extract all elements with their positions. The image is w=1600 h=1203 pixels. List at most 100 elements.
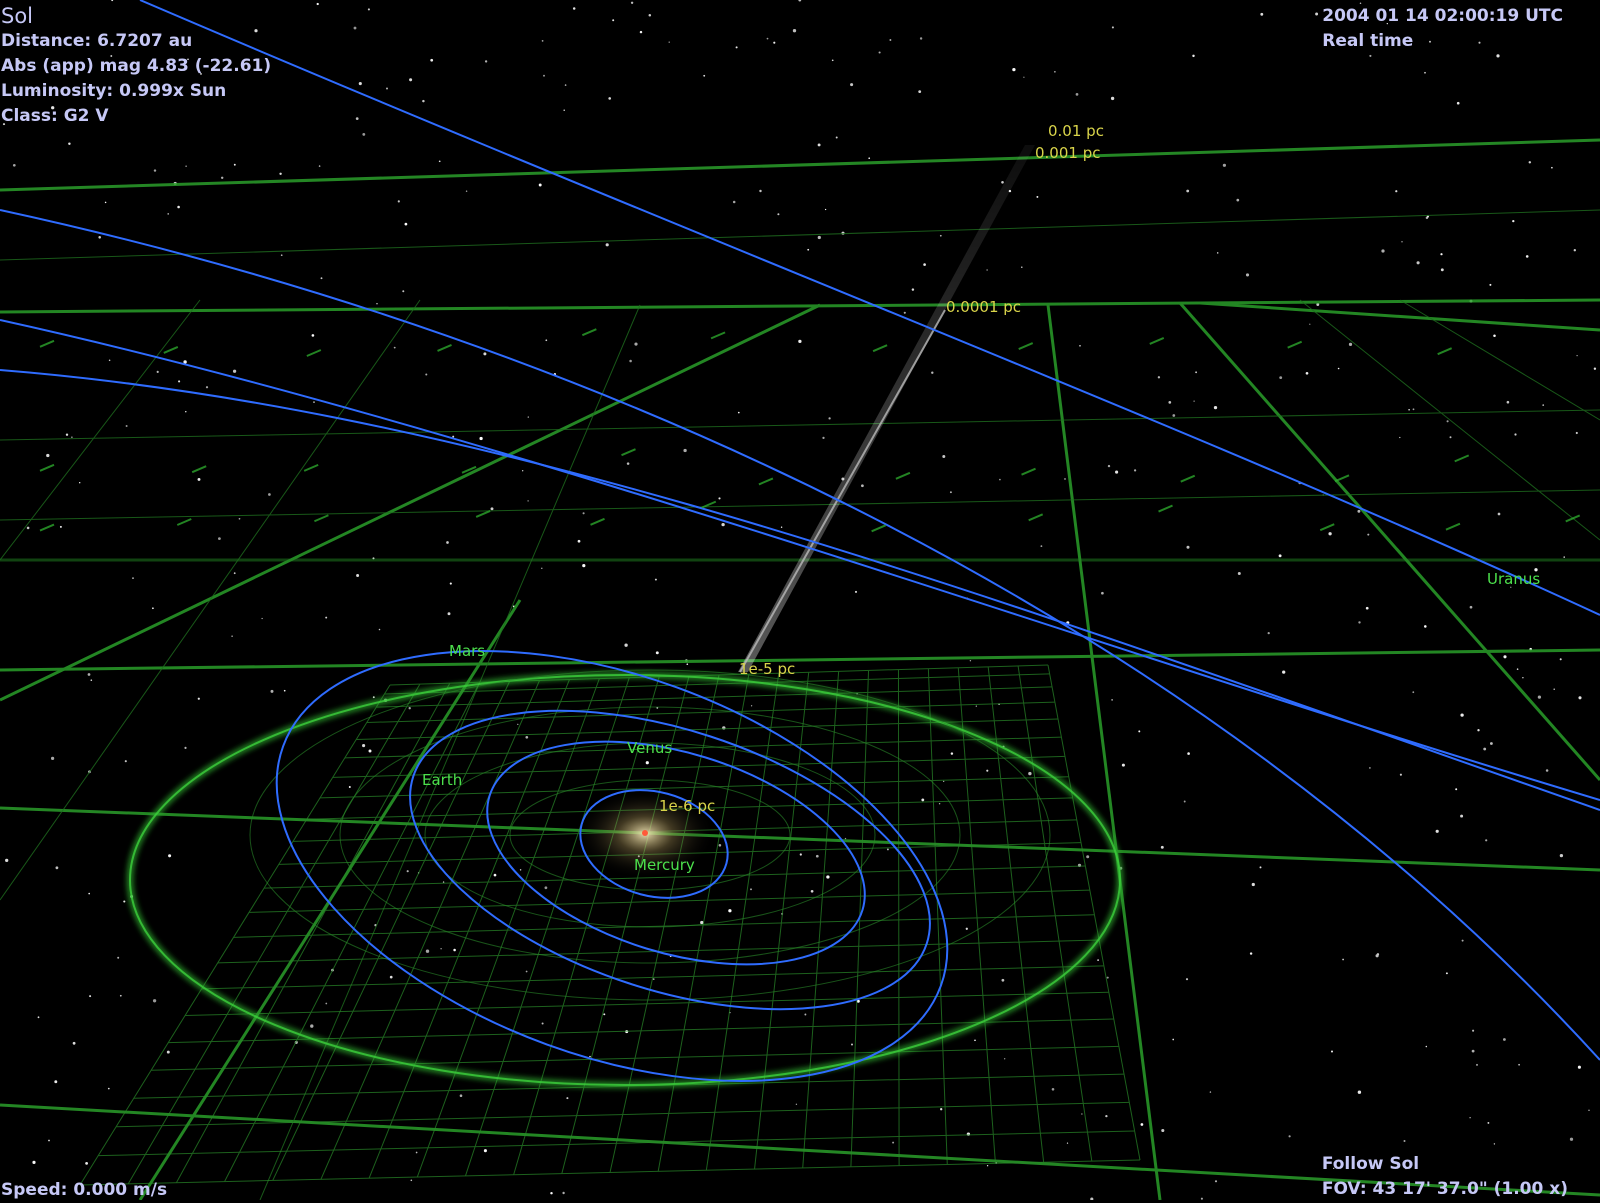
star [1514, 433, 1517, 436]
grid-line [1017, 665, 1093, 1162]
label-mars[interactable]: Mars [449, 642, 485, 660]
star [1110, 96, 1115, 101]
star [822, 436, 825, 440]
object-class: Class: G2 V [1, 106, 109, 126]
star [1081, 1113, 1083, 1115]
star [792, 29, 797, 33]
star [850, 83, 854, 87]
star [1245, 273, 1250, 277]
star [974, 1039, 976, 1042]
label-mercury[interactable]: Mercury [634, 856, 695, 874]
star [1282, 670, 1286, 674]
sun-marker[interactable] [642, 830, 648, 836]
star [1424, 625, 1427, 628]
label-earth[interactable]: Earth [422, 771, 462, 789]
grid-tick [306, 349, 322, 357]
star [1288, 1135, 1291, 1138]
star [1553, 688, 1555, 691]
star [612, 19, 615, 22]
star [1172, 1038, 1175, 1041]
star [626, 462, 630, 465]
star [1559, 853, 1564, 858]
star [1004, 1058, 1006, 1060]
star [1064, 478, 1066, 480]
star [283, 689, 286, 692]
star [737, 411, 740, 414]
star [986, 269, 988, 271]
star [655, 651, 659, 655]
orbits [0, 0, 1600, 1082]
star [703, 74, 706, 77]
grid-line [802, 671, 840, 1168]
star [353, 26, 357, 30]
star [415, 1151, 418, 1154]
star [732, 200, 736, 204]
star [111, 0, 114, 2]
star [566, 1097, 569, 1100]
grid-tick [581, 328, 597, 337]
star [367, 8, 370, 11]
star [603, 1013, 606, 1016]
star [1200, 1197, 1203, 1200]
star [1408, 408, 1410, 411]
grid-tick [590, 517, 605, 526]
time-mode: Real time [1322, 31, 1414, 51]
star [233, 572, 236, 575]
star [1185, 978, 1189, 981]
star [1138, 730, 1141, 733]
grid-line [233, 914, 1095, 938]
label-uranus[interactable]: Uranus [1487, 570, 1540, 588]
star [12, 163, 16, 167]
grid-line [185, 991, 1109, 1017]
space-view[interactable] [0, 0, 1600, 1200]
star [582, 512, 585, 515]
star [1348, 342, 1353, 347]
star [878, 51, 881, 54]
star [313, 401, 315, 403]
star [931, 371, 934, 374]
star [1460, 713, 1464, 717]
star [1193, 400, 1195, 402]
star [355, 117, 359, 120]
star [608, 97, 612, 100]
star [65, 433, 69, 436]
scale-label-1e-6: 1e-6 pc [659, 797, 716, 815]
star [1161, 1128, 1165, 1133]
star [1222, 163, 1226, 167]
star [310, 1024, 314, 1028]
star [817, 235, 821, 240]
star [545, 339, 548, 342]
star [1330, 1050, 1334, 1053]
star [1403, 1140, 1406, 1142]
star [721, 522, 725, 527]
label-venus[interactable]: Venus [627, 739, 672, 757]
star [759, 189, 762, 193]
star [630, 1, 634, 4]
star [1209, 1091, 1212, 1093]
star [1485, 839, 1488, 842]
star [828, 417, 831, 420]
star [835, 136, 838, 139]
star [232, 369, 237, 373]
inner-grid-plane [79, 664, 1141, 1186]
star [483, 1149, 487, 1153]
star [975, 705, 977, 707]
grid-line [79, 1159, 1141, 1186]
star [153, 169, 157, 172]
star [1573, 249, 1576, 252]
star [87, 673, 91, 676]
star [826, 875, 830, 879]
star [205, 386, 209, 389]
star [1460, 814, 1464, 818]
star [634, 342, 638, 346]
star [1028, 771, 1032, 776]
star [479, 436, 483, 441]
grid-tick [1334, 474, 1350, 483]
grid-tick [163, 345, 179, 354]
star [465, 190, 468, 192]
grid-tick [1021, 467, 1036, 476]
star [1066, 1142, 1069, 1144]
grid-tick [39, 523, 55, 532]
star [683, 448, 687, 453]
star [167, 213, 169, 215]
